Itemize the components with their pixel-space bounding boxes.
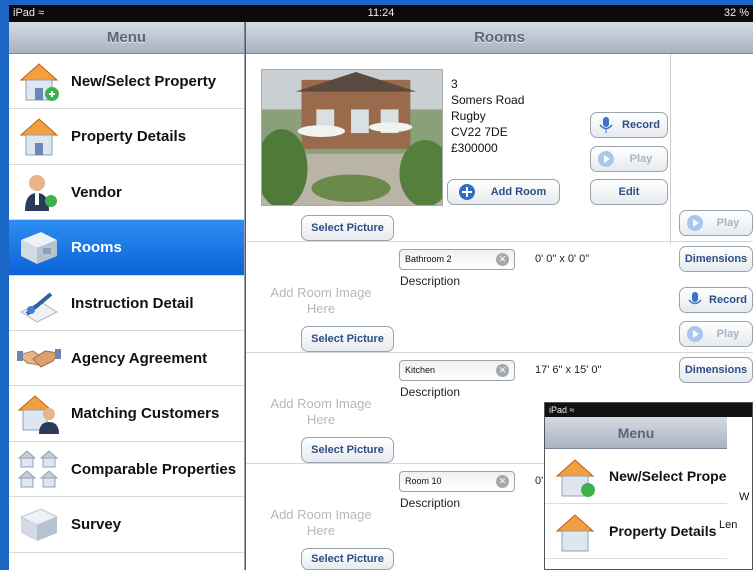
record-button[interactable]: Record: [679, 287, 753, 313]
clear-icon[interactable]: ✕: [496, 475, 509, 488]
house-person-icon: [17, 395, 59, 435]
inset-item-new-select-property[interactable]: New/Select Prope: [545, 449, 727, 504]
room-dimensions: 0' 0" x 0' 0": [535, 253, 590, 265]
room-name-field[interactable]: Room 10 ✕: [399, 471, 515, 492]
property-price: £300000: [451, 141, 498, 155]
sidebar: New/Select Property Property Details Ven…: [9, 54, 245, 570]
room-icon: [19, 508, 59, 542]
clear-icon[interactable]: ✕: [496, 364, 509, 377]
play-icon: [598, 151, 614, 167]
inset-item-property-details[interactable]: Property Details: [545, 504, 727, 559]
sidebar-item-label: New/Select Property: [71, 73, 217, 90]
record-button[interactable]: Record: [590, 112, 668, 138]
sidebar-item-label: Survey: [71, 516, 122, 534]
microphone-icon: [599, 117, 613, 133]
select-picture-button[interactable]: Select Picture: [301, 326, 394, 352]
inset-item-label: Property Details: [609, 523, 717, 539]
house-add-icon: [19, 63, 59, 101]
property-address: 3 Somers Road Rugby CV22 7DE £300000: [451, 77, 525, 155]
clear-icon[interactable]: ✕: [496, 253, 509, 266]
sidebar-item-property-details[interactable]: Property Details: [9, 109, 244, 165]
sidebar-title: Menu: [9, 22, 245, 54]
room-image-placeholder[interactable]: Add Room Image Here: [256, 507, 386, 539]
divider: [246, 241, 753, 242]
plus-circle-icon: [459, 184, 475, 200]
sidebar-item-label: Instruction Detail: [71, 294, 194, 312]
house-icon: [555, 514, 595, 552]
sidebar-item-instruction-detail[interactable]: Instruction Detail: [9, 275, 244, 331]
property-photo: [261, 69, 443, 206]
play-button[interactable]: Play: [679, 210, 753, 236]
description-label: Description: [400, 496, 461, 510]
house-add-icon: [555, 459, 595, 497]
select-picture-button[interactable]: Select Picture: [301, 215, 394, 241]
select-picture-button[interactable]: Select Picture: [301, 548, 394, 570]
house-icon: [19, 118, 59, 156]
inset-menu-title: Menu: [545, 417, 727, 449]
room-image-placeholder[interactable]: Add Room Image Here: [256, 285, 386, 317]
microphone-icon: [688, 292, 702, 305]
sidebar-item-label: Rooms: [71, 239, 122, 257]
clock: 11:24: [367, 7, 395, 19]
sidebar-item-comparable-properties[interactable]: Comparable Properties: [9, 441, 244, 498]
sidebar-item-label: Agency Agreement: [71, 349, 208, 367]
dimensions-button[interactable]: Dimensions: [679, 357, 753, 383]
sidebar-item-label: Property Details: [71, 128, 187, 146]
battery-indicator: 32 %: [723, 7, 749, 19]
sidebar-item-matching-customers[interactable]: Matching Customers: [9, 386, 244, 442]
room-name-field[interactable]: Bathroom 2 ✕: [399, 249, 515, 270]
add-room-button[interactable]: Add Room: [447, 179, 560, 205]
divider: [246, 352, 753, 353]
sidebar-item-label: Matching Customers: [71, 405, 220, 423]
pen-paper-icon: [19, 292, 59, 323]
sidebar-item-survey[interactable]: Survey: [9, 497, 244, 553]
page-title: Rooms: [246, 22, 753, 54]
sidebar-item-label: Vendor: [71, 183, 122, 201]
description-label: Description: [400, 385, 461, 399]
inset-item-label: New/Select Prope: [609, 468, 727, 484]
description-label: Description: [400, 274, 461, 288]
play-button[interactable]: Play: [679, 321, 753, 347]
handshake-icon: [17, 348, 61, 368]
play-button[interactable]: Play: [590, 146, 668, 172]
room-name-field[interactable]: Kitchen ✕: [399, 360, 515, 381]
houses-grid-icon: [17, 450, 59, 488]
select-picture-button[interactable]: Select Picture: [301, 437, 394, 463]
room-image-placeholder[interactable]: Add Room Image Here: [256, 396, 386, 428]
dimensions-button[interactable]: Dimensions: [679, 246, 753, 272]
sidebar-item-new-select-property[interactable]: New/Select Property: [9, 54, 244, 110]
inset-status-bar: iPad ≈: [545, 403, 752, 417]
sidebar-item-vendor[interactable]: Vendor: [9, 164, 244, 221]
edit-button[interactable]: Edit: [590, 179, 668, 205]
status-bar: iPad ≈ 11:24 32 %: [9, 5, 753, 22]
room-dimensions: 17' 6" x 15' 0": [535, 364, 602, 376]
sidebar-item-agency-agreement[interactable]: Agency Agreement: [9, 330, 244, 387]
inset-dialog: W Len: [719, 473, 752, 569]
room-icon: [21, 232, 57, 265]
wifi-icon: ≈: [569, 405, 575, 415]
inset-screenshot: iPad ≈ Menu New/Select Prope Property De…: [544, 402, 753, 570]
person-icon: [25, 174, 57, 211]
play-icon: [687, 326, 703, 342]
sidebar-item-rooms[interactable]: Rooms: [9, 220, 244, 276]
room-dimensions: 0': [535, 475, 544, 487]
play-icon: [687, 215, 703, 231]
sidebar-item-label: Comparable Properties: [71, 460, 237, 478]
